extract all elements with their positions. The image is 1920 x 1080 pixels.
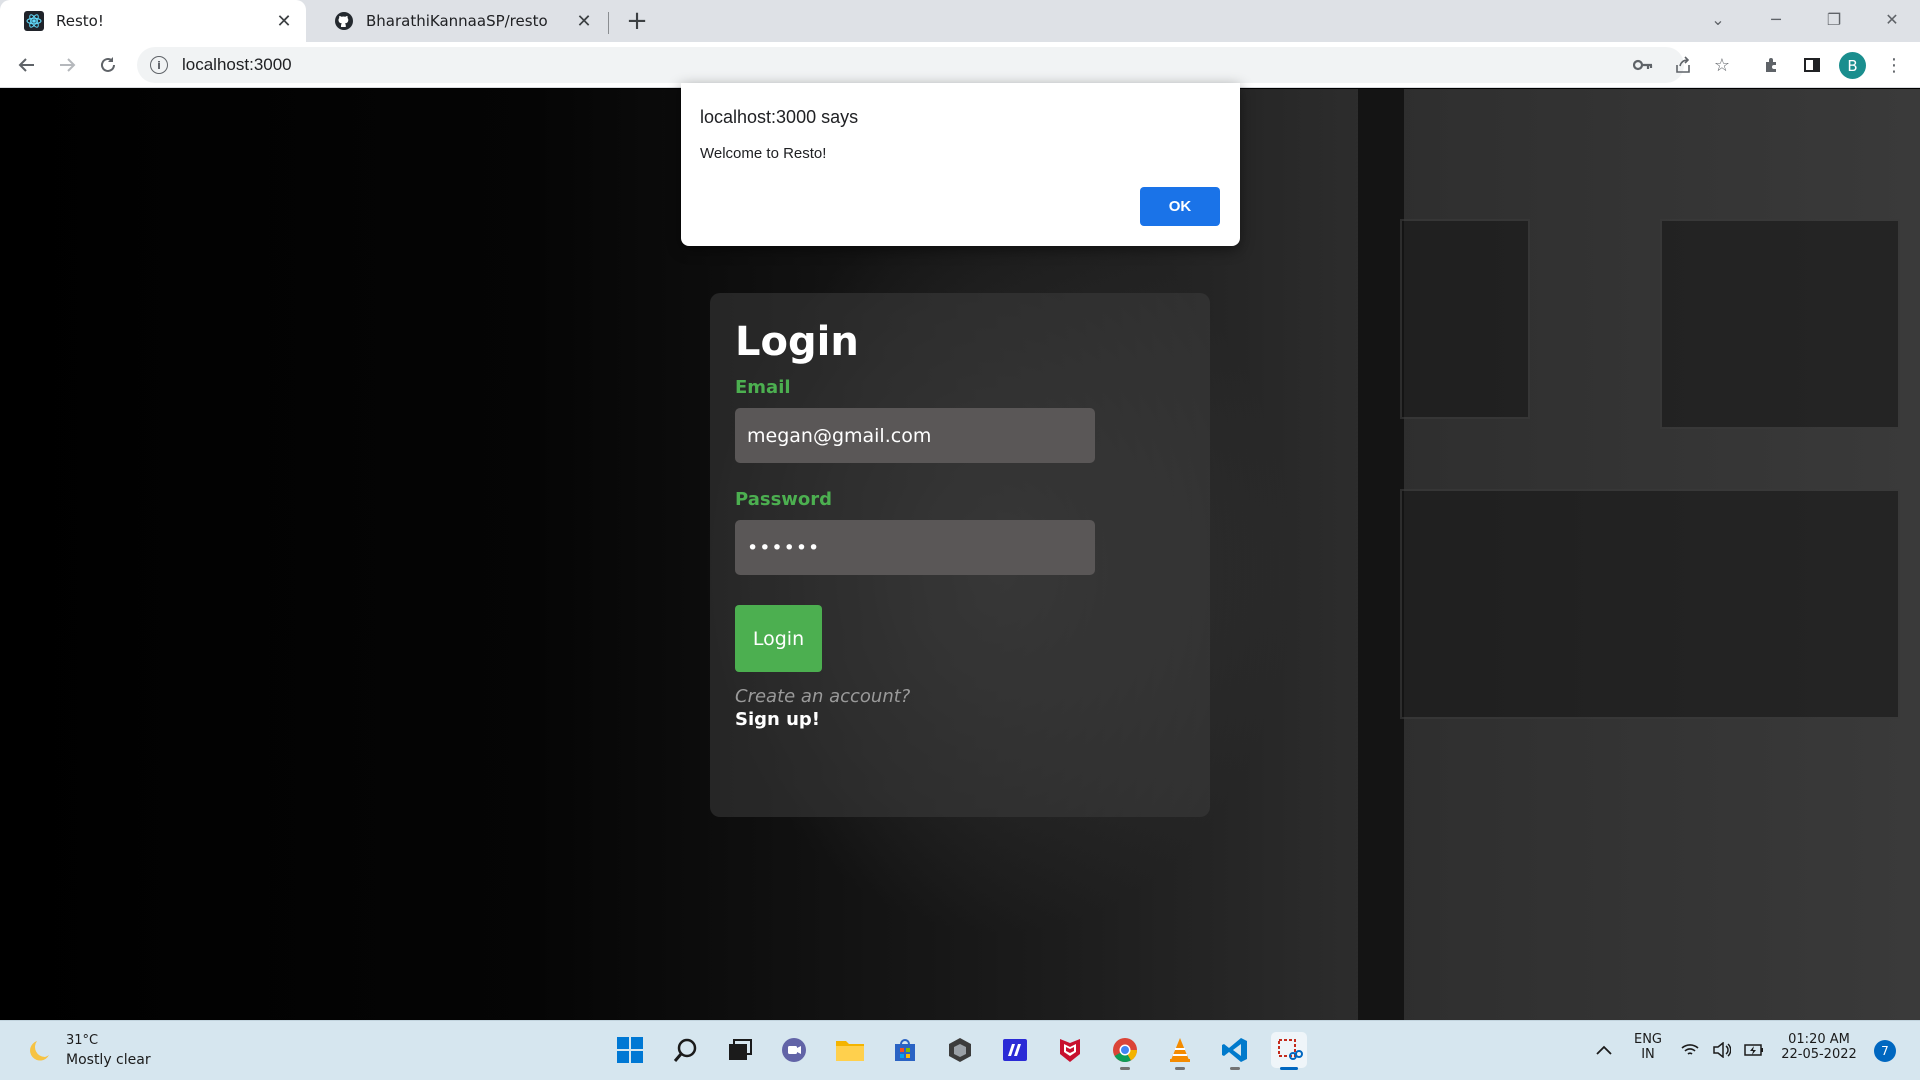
chrome-icon[interactable] [1107, 1032, 1143, 1070]
volume-icon[interactable] [1710, 1032, 1734, 1068]
login-card: Login Email megan@gmail.com Password •••… [710, 293, 1210, 817]
language-indicator[interactable]: ENG IN [1628, 1032, 1668, 1062]
background-window [1660, 219, 1900, 429]
close-icon[interactable]: ✕ [272, 11, 296, 32]
chevron-up-icon[interactable] [1586, 1032, 1622, 1068]
vlc-icon[interactable] [1162, 1032, 1198, 1070]
restore-button[interactable]: ❐ [1806, 0, 1862, 38]
tab-separator [608, 12, 609, 34]
clock[interactable]: 01:20 AM 22-05-2022 [1772, 1032, 1866, 1062]
signup-link[interactable]: Sign up! [735, 709, 820, 730]
teams-chat-icon[interactable] [776, 1032, 812, 1068]
windows-start-icon[interactable] [612, 1032, 648, 1068]
tab-title: Resto! [56, 12, 104, 30]
create-account-text: Create an account? [735, 686, 911, 707]
background-window [1400, 489, 1900, 719]
task-view-icon[interactable] [722, 1032, 758, 1068]
chevron-down-icon[interactable]: ⌄ [1690, 0, 1746, 38]
window-close-button[interactable]: ✕ [1864, 0, 1920, 38]
key-icon[interactable] [1631, 53, 1655, 77]
tab-strip: Resto! ✕ BharathiKannaaSP/resto ✕ + ⌄ ─ … [0, 0, 1920, 42]
menu-icon[interactable]: ⋮ [1882, 53, 1906, 77]
region-code: IN [1641, 1047, 1655, 1062]
tab-github[interactable]: BharathiKannaaSP/resto ✕ [310, 0, 606, 42]
background-window [1400, 219, 1530, 419]
wifi-icon[interactable] [1678, 1032, 1702, 1068]
dev-app-icon[interactable] [942, 1032, 978, 1068]
login-heading: Login [735, 319, 859, 365]
snipping-tool-icon[interactable] [1271, 1032, 1307, 1070]
weather-temperature[interactable]: 31°C [66, 1033, 98, 1048]
app-running-indicator [1230, 1067, 1240, 1070]
password-field[interactable]: •••••• [735, 520, 1095, 575]
code-app-icon[interactable] [997, 1032, 1033, 1068]
info-icon[interactable]: i [150, 56, 168, 74]
back-button[interactable] [11, 49, 43, 81]
notification-badge[interactable]: 7 [1874, 1040, 1896, 1062]
github-icon [334, 11, 354, 31]
app-active-indicator [1280, 1067, 1298, 1070]
alert-dialog: localhost:3000 says Welcome to Resto! OK [681, 83, 1240, 246]
star-icon[interactable]: ☆ [1710, 53, 1734, 77]
react-icon [24, 11, 44, 31]
browser-toolbar: i localhost:3000 ☆ B ⋮ [0, 42, 1920, 88]
mcafee-icon[interactable] [1052, 1032, 1088, 1068]
time-text: 01:20 AM [1788, 1032, 1850, 1047]
minimize-button[interactable]: ─ [1748, 0, 1804, 38]
dialog-title: localhost:3000 says [700, 107, 859, 127]
vscode-icon[interactable] [1217, 1032, 1253, 1070]
taskbar: 31°C Mostly clear ENG IN 01:20 AM 22-05-… [0, 1020, 1920, 1080]
language-code: ENG [1633, 1032, 1662, 1047]
address-bar[interactable]: i localhost:3000 ☆ [137, 47, 1730, 83]
side-panel-icon[interactable] [1800, 53, 1824, 77]
tab-title: BharathiKannaaSP/resto [366, 12, 548, 30]
forward-button[interactable] [51, 49, 83, 81]
app-running-indicator [1175, 1067, 1185, 1070]
email-label: Email [735, 377, 791, 398]
battery-icon[interactable] [1742, 1032, 1766, 1068]
microsoft-store-icon[interactable] [887, 1032, 923, 1068]
new-tab-button[interactable]: + [622, 6, 652, 36]
reload-button[interactable] [92, 49, 124, 81]
login-button[interactable]: Login [735, 605, 822, 672]
app-running-indicator [1120, 1067, 1130, 1070]
ok-button[interactable]: OK [1140, 187, 1220, 226]
url-text: localhost:3000 [182, 55, 292, 74]
password-label: Password [735, 489, 833, 510]
dialog-message: Welcome to Resto! [700, 145, 827, 162]
file-explorer-icon[interactable] [832, 1032, 868, 1068]
share-icon[interactable] [1671, 53, 1695, 77]
tab-resto[interactable]: Resto! ✕ [0, 0, 306, 42]
moon-icon[interactable] [27, 1037, 53, 1063]
profile-avatar[interactable]: B [1839, 52, 1866, 79]
email-field[interactable]: megan@gmail.com [735, 408, 1095, 463]
extensions-icon[interactable] [1760, 53, 1784, 77]
background-pillar [1358, 89, 1404, 1020]
date-text: 22-05-2022 [1781, 1047, 1857, 1062]
weather-description[interactable]: Mostly clear [66, 1052, 151, 1068]
close-icon[interactable]: ✕ [572, 11, 596, 32]
search-icon[interactable] [668, 1032, 704, 1068]
